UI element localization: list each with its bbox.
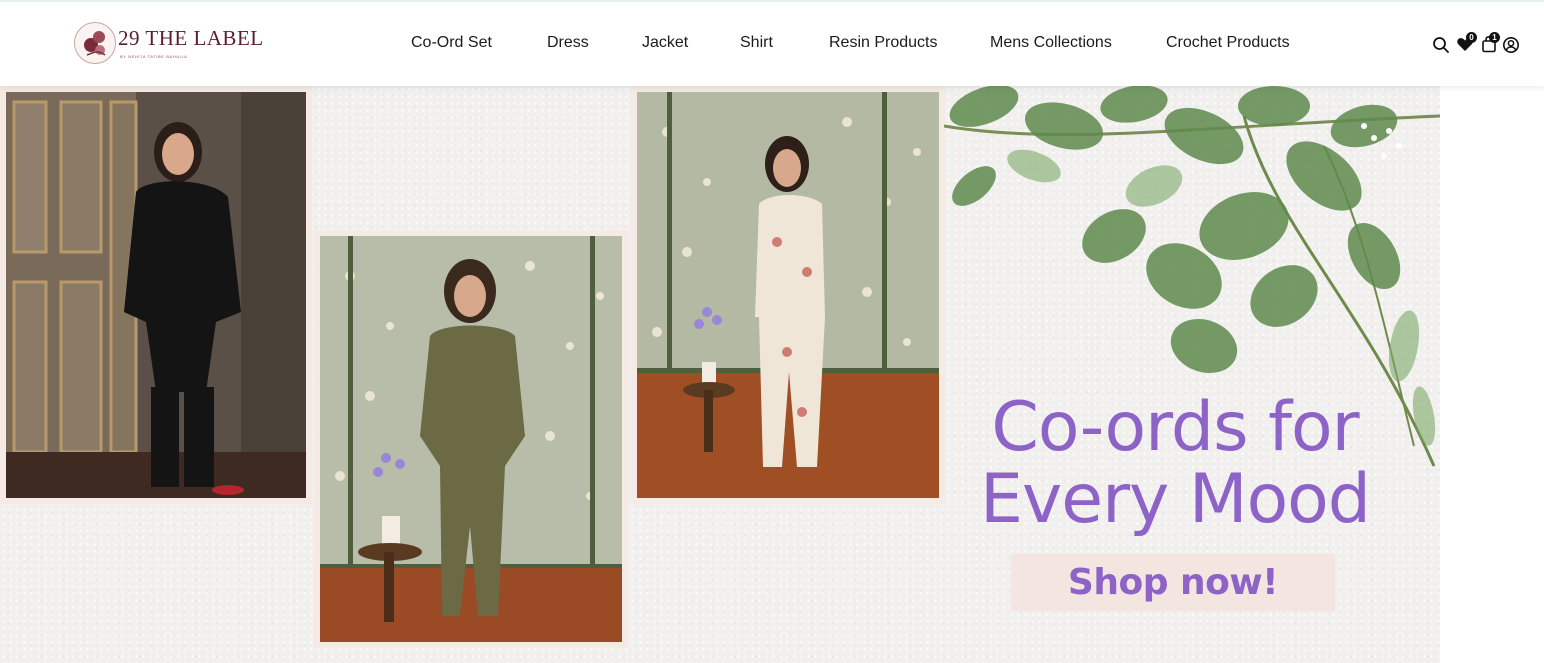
hero-photo-black-outfit[interactable] <box>0 86 312 504</box>
user-icon[interactable] <box>1502 36 1520 54</box>
brand-tagline: BY NEHITA TATIBE BAHALIA <box>120 54 188 59</box>
shop-now-button[interactable]: Shop now! <box>1011 554 1335 611</box>
bag-icon[interactable]: 1 <box>1480 32 1500 53</box>
hero-photo-printed-outfit[interactable] <box>631 86 945 504</box>
nav-item-shirt[interactable]: Shirt <box>740 34 773 52</box>
flower-monogram-icon <box>74 22 116 64</box>
nav-item-resin-products[interactable]: Resin Products <box>829 34 938 52</box>
nav-item-crochet-products[interactable]: Crochet Products <box>1166 34 1290 52</box>
site-header: 29 THE LABEL BY NEHITA TATIBE BAHALIA Co… <box>0 0 1544 86</box>
hero-headline-line-1: Co-ords for <box>991 388 1359 467</box>
header-icons: 0 1 <box>1432 32 1524 56</box>
wishlist-count-badge: 0 <box>1466 32 1477 43</box>
page-right-gutter <box>1440 86 1544 663</box>
heart-icon[interactable]: 0 <box>1456 32 1477 53</box>
cart-count-badge: 1 <box>1489 32 1500 43</box>
nav-item-jacket[interactable]: Jacket <box>642 34 688 52</box>
brand-name: 29 THE LABEL <box>118 26 264 50</box>
search-icon[interactable] <box>1432 36 1450 54</box>
nav-item-dress[interactable]: Dress <box>547 34 589 52</box>
hero-headline-line-2: Every Mood <box>980 460 1371 539</box>
nav-item-mens-collections[interactable]: Mens Collections <box>990 34 1112 52</box>
hero-photo-olive-outfit[interactable] <box>314 230 628 648</box>
hero-headline: Co-ords for Every Mood <box>960 392 1390 536</box>
nav-item-co-ord-set[interactable]: Co-Ord Set <box>411 34 492 52</box>
brand-logo[interactable]: 29 THE LABEL BY NEHITA TATIBE BAHALIA <box>74 22 274 68</box>
